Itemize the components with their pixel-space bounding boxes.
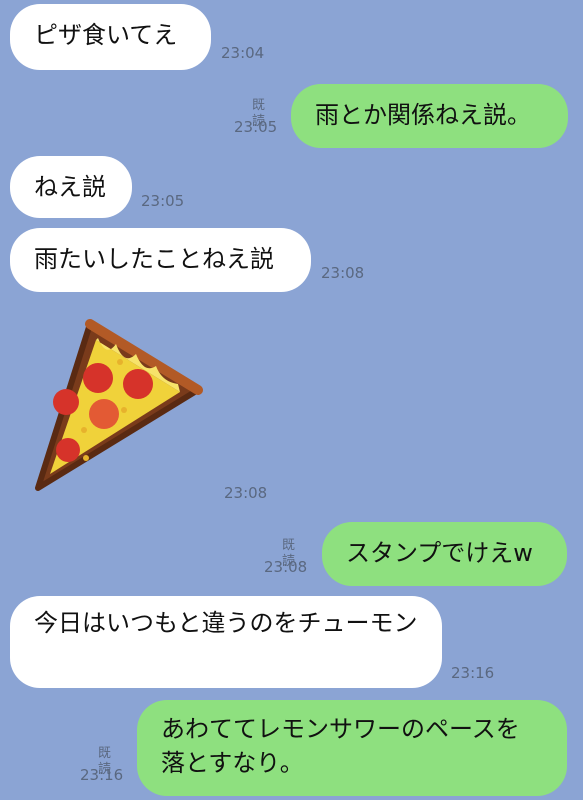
message-time: 23:05 <box>234 118 278 136</box>
message-bubble[interactable]: ねえ説 <box>10 156 132 218</box>
chat-thread[interactable]: ピザ食いてえ 23:04 既読 23:05 雨とか関係ねえ説。 ねえ説 23:0… <box>0 0 583 800</box>
message-time: 23:04 <box>221 44 265 62</box>
message-bubble[interactable]: スタンプでけえw <box>322 522 567 586</box>
pizza-slice-sticker[interactable] <box>28 318 204 494</box>
message-time: 23:16 <box>80 766 124 784</box>
message-bubble[interactable]: 今日はいつもと違うのをチューモン <box>10 596 442 688</box>
message-bubble[interactable]: 雨たいしたことねえ説 <box>10 228 311 292</box>
message-time: 23:08 <box>224 484 268 502</box>
message-time: 23:05 <box>141 192 185 210</box>
message-bubble[interactable]: あわててレモンサワーのペースを落とすなり。 <box>137 700 567 796</box>
message-bubble[interactable]: ピザ食いてえ <box>10 4 211 70</box>
message-time: 23:08 <box>321 264 365 282</box>
message-time: 23:08 <box>264 558 308 576</box>
message-bubble[interactable]: 雨とか関係ねえ説。 <box>291 84 568 148</box>
message-time: 23:16 <box>451 664 495 682</box>
